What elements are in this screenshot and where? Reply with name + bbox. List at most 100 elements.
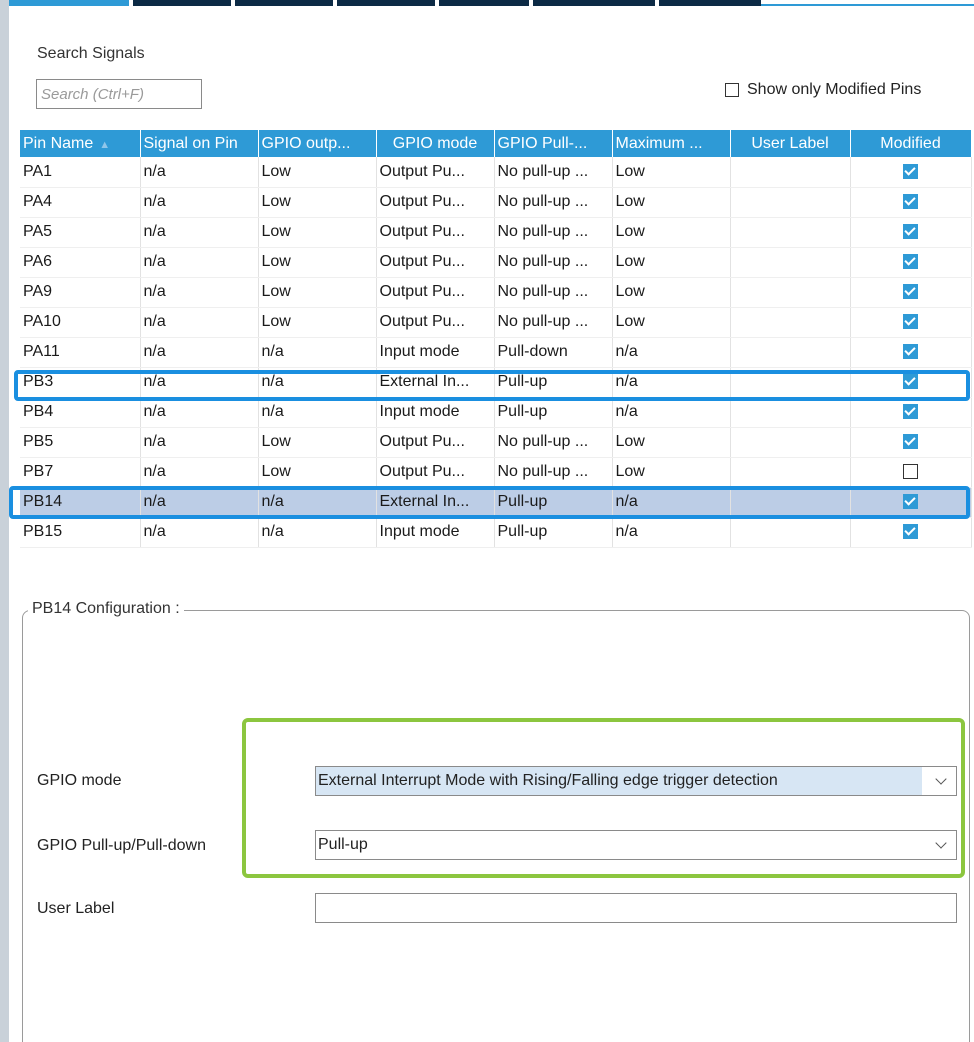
cell-mode: Output Pu...: [376, 187, 495, 218]
col-user-label[interactable]: User Label: [730, 130, 851, 157]
gpio-mode-select[interactable]: External Interrupt Mode with Rising/Fall…: [315, 766, 957, 796]
col-gpio-mode[interactable]: GPIO mode: [376, 130, 495, 157]
cell-output: n/a: [258, 487, 377, 518]
cell-pin: PA10: [20, 307, 141, 338]
cell-signal: n/a: [140, 307, 259, 338]
tab-4[interactable]: [337, 0, 435, 6]
tab-6[interactable]: [533, 0, 655, 6]
cell-pull: No pull-up ...: [494, 247, 613, 278]
cell-user-label: [730, 427, 851, 458]
cell-pin: PB7: [20, 457, 141, 488]
cell-output: Low: [258, 217, 377, 248]
cell-modified: [850, 487, 972, 518]
table-row[interactable]: PB4 n/a n/a Input mode Pull-up n/a: [20, 397, 972, 428]
cell-output: n/a: [258, 367, 377, 398]
checkbox-icon: [903, 404, 918, 420]
tab-1[interactable]: [9, 0, 129, 6]
cell-user-label: [730, 307, 851, 338]
table-row[interactable]: PB3 n/a n/a External In... Pull-up n/a: [20, 367, 972, 398]
user-label-label: User Label: [37, 900, 115, 917]
table-row[interactable]: PA4 n/a Low Output Pu... No pull-up ... Low: [20, 187, 972, 218]
col-modified[interactable]: Modified: [850, 130, 972, 157]
cell-modified: [850, 337, 972, 368]
checkbox-icon[interactable]: [725, 83, 739, 97]
cell-pull: Pull-up: [494, 397, 613, 428]
gpio-pull-value: Pull-up: [318, 836, 368, 853]
search-input[interactable]: [36, 79, 202, 109]
cell-modified: [850, 157, 972, 188]
checkbox-icon: [903, 314, 918, 330]
col-gpio-pull[interactable]: GPIO Pull-...: [494, 130, 613, 157]
table-row[interactable]: PA10 n/a Low Output Pu... No pull-up ... Low: [20, 307, 972, 338]
chevron-down-icon[interactable]: [926, 767, 956, 795]
cell-output: Low: [258, 277, 377, 308]
cell-pull: Pull-down: [494, 337, 613, 368]
cell-speed: n/a: [612, 487, 731, 518]
gpio-pull-select[interactable]: Pull-up: [315, 830, 957, 860]
sort-up-icon[interactable]: ▲: [99, 139, 110, 151]
checkbox-icon: [903, 524, 918, 540]
tab-7[interactable]: [659, 0, 761, 6]
cell-signal: n/a: [140, 157, 259, 188]
table-row[interactable]: PB5 n/a Low Output Pu... No pull-up ... Low: [20, 427, 972, 458]
cell-signal: n/a: [140, 397, 259, 428]
cell-pin: PB3: [20, 367, 141, 398]
cell-user-label: [730, 277, 851, 308]
col-label: Maximum ...: [615, 134, 703, 152]
table-row-selected[interactable]: PB14 n/a n/a External In... Pull-up n/a: [20, 487, 972, 518]
cell-signal: n/a: [140, 337, 259, 368]
table-row[interactable]: PA6 n/a Low Output Pu... No pull-up ... Low: [20, 247, 972, 278]
table-row[interactable]: PB15 n/a n/a Input mode Pull-up n/a: [20, 517, 972, 548]
cell-modified: [850, 187, 972, 218]
col-label: GPIO mode: [392, 134, 478, 152]
tab-2[interactable]: [133, 0, 231, 6]
checkbox-icon: [903, 494, 918, 510]
cell-user-label: [730, 487, 851, 518]
cell-modified: [850, 307, 972, 338]
cell-pin: PA5: [20, 217, 141, 248]
cell-mode: Output Pu...: [376, 217, 495, 248]
cell-modified: [850, 247, 972, 278]
table-row[interactable]: PA9 n/a Low Output Pu... No pull-up ... Low: [20, 277, 972, 308]
table-row[interactable]: PA5 n/a Low Output Pu... No pull-up ... Low: [20, 217, 972, 248]
cell-mode: Output Pu...: [376, 247, 495, 278]
table-row[interactable]: PB7 n/a Low Output Pu... No pull-up ... Low: [20, 457, 972, 488]
col-gpio-output[interactable]: GPIO outp...: [258, 130, 377, 157]
cell-pin: PB15: [20, 517, 141, 548]
cell-pin: PB4: [20, 397, 141, 428]
chevron-down-icon[interactable]: [926, 831, 956, 859]
cell-pull: Pull-up: [494, 367, 613, 398]
cell-output: Low: [258, 427, 377, 458]
col-label: Modified: [880, 134, 941, 152]
table-row[interactable]: PA1 n/a Low Output Pu... No pull-up ... Low: [20, 157, 972, 188]
cell-speed: n/a: [612, 397, 731, 428]
cell-output: Low: [258, 157, 377, 188]
col-max-speed[interactable]: Maximum ...: [612, 130, 731, 157]
cell-pull: No pull-up ...: [494, 217, 613, 248]
checkbox-icon: [903, 164, 918, 180]
cell-output: Low: [258, 187, 377, 218]
cell-output: n/a: [258, 517, 377, 548]
cell-mode: Input mode: [376, 397, 495, 428]
table-row[interactable]: PA11 n/a n/a Input mode Pull-down n/a: [20, 337, 972, 368]
cell-pin: PA9: [20, 277, 141, 308]
cell-pull: No pull-up ...: [494, 307, 613, 338]
show-modified-label: Show only Modified Pins: [747, 81, 922, 98]
config-title: PB14 Configuration :: [28, 600, 184, 618]
tab-3[interactable]: [235, 0, 333, 6]
col-label: Signal on Pin: [143, 134, 238, 152]
col-signal[interactable]: Signal on Pin: [140, 130, 259, 157]
cell-speed: Low: [612, 277, 731, 308]
cell-signal: n/a: [140, 367, 259, 398]
show-modified-checkbox[interactable]: Show only Modified Pins: [725, 79, 921, 101]
col-pin-name[interactable]: Pin Name ▲: [20, 130, 141, 157]
cell-modified: [850, 457, 972, 488]
cell-mode: Input mode: [376, 337, 495, 368]
user-label-input[interactable]: [315, 893, 957, 923]
tab-strip: [9, 0, 974, 8]
col-label: Pin Name: [23, 134, 94, 152]
tab-5[interactable]: [439, 0, 529, 6]
checkbox-icon: [903, 254, 918, 270]
cell-signal: n/a: [140, 277, 259, 308]
cell-pull: Pull-up: [494, 487, 613, 518]
